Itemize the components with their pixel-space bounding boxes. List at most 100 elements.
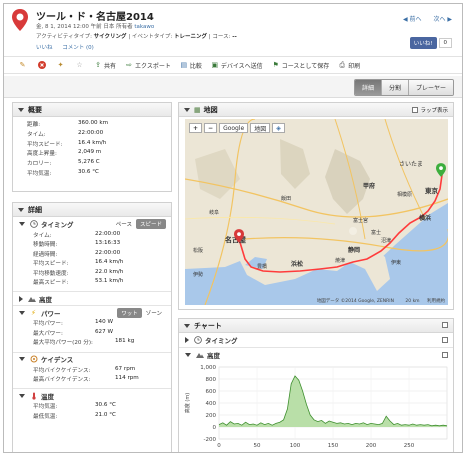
start-pin-icon[interactable] bbox=[436, 163, 446, 177]
collapse-icon bbox=[19, 357, 25, 362]
like-link[interactable]: いいね bbox=[36, 45, 53, 51]
export-button[interactable]: ⇨ エクスポート bbox=[125, 61, 171, 70]
details-header[interactable]: 詳細 bbox=[13, 203, 171, 217]
mountain-icon bbox=[27, 294, 36, 303]
y-tick-label: 800 bbox=[206, 377, 217, 383]
map-type-select[interactable]: 地図 bbox=[250, 123, 271, 133]
route-map[interactable]: + − Google 地図 ◈ 名古屋 静岡 浜松 豊橋 富士宮 富士 甲府 相… bbox=[185, 119, 448, 305]
comment-link[interactable]: コメント (0) bbox=[62, 45, 94, 51]
chart-checkbox[interactable] bbox=[442, 322, 448, 328]
row-label: 最高スピード: bbox=[33, 279, 69, 286]
prev-link[interactable]: ◀ 前へ bbox=[403, 16, 422, 23]
map-label: 豊橋 bbox=[257, 264, 268, 270]
edit-icon[interactable]: ✎ bbox=[18, 61, 27, 70]
collapse-icon bbox=[19, 222, 25, 226]
checkbox-icon bbox=[442, 337, 448, 343]
next-link[interactable]: 次へ ▶ bbox=[433, 16, 452, 23]
print-button[interactable]: ⎙ 印刷 bbox=[338, 61, 360, 70]
elevation-label: 高度 bbox=[39, 295, 52, 304]
map-label: 浜松 bbox=[291, 261, 304, 268]
map-provider-select[interactable]: Google bbox=[219, 123, 249, 133]
compare-button[interactable]: ▤ 比較 bbox=[180, 61, 202, 70]
row-value: 114 rpm bbox=[115, 374, 139, 381]
elevation-chart[interactable]: -20002004006008001,0000 50 100 150 200 250高度 … bbox=[179, 361, 453, 453]
end-pin-icon[interactable] bbox=[234, 229, 244, 243]
temperature-section-header[interactable]: 温度 bbox=[13, 388, 171, 402]
overview-rows: 距離: 360.00 km タイム: 22:00:00 平均スピード: 16.4 km… bbox=[13, 117, 171, 179]
x-tick-label: 200 bbox=[366, 443, 377, 449]
chart-timing-checkbox[interactable] bbox=[442, 337, 448, 343]
power-section-header[interactable]: ⚡ パワー ワット ゾーン bbox=[13, 305, 171, 319]
cadence-row: 平均バイクケイデンス: 67 rpm bbox=[13, 366, 171, 375]
overview-row: カロリー: 5,276 C bbox=[27, 159, 171, 169]
overview-row: タイム: 22:00:00 bbox=[27, 130, 171, 140]
timing-row: 最高スピード: 53.1 km/h bbox=[13, 278, 171, 287]
zones-toggle[interactable]: ゾーン bbox=[142, 308, 166, 318]
delete-icon[interactable] bbox=[37, 61, 46, 70]
chart-elevation-checkbox[interactable] bbox=[442, 352, 448, 358]
tab-details[interactable]: 詳細 bbox=[354, 80, 381, 95]
activity-title[interactable]: ツール・ド・名古屋2014 bbox=[36, 8, 154, 23]
event-type-value[interactable]: トレーニング bbox=[174, 34, 207, 40]
chart-elevation-header[interactable]: 高度 bbox=[179, 347, 453, 361]
facebook-like-button[interactable]: いいね! bbox=[409, 36, 437, 49]
overview-row: 距離: 360.00 km bbox=[27, 120, 171, 130]
row-value: 30.6 °C bbox=[95, 402, 116, 409]
lap-display-checkbox[interactable]: ラップ表示 bbox=[412, 106, 448, 114]
y-tick-label: 200 bbox=[206, 413, 217, 419]
row-value: 30.6 °C bbox=[78, 168, 99, 175]
compare-icon: ▤ bbox=[180, 61, 188, 69]
share-button[interactable]: ⇪ 共有 bbox=[94, 61, 116, 70]
y-tick-label: -200 bbox=[204, 437, 217, 443]
course-value[interactable]: -- bbox=[232, 34, 237, 40]
row-label: 平均移動速度: bbox=[33, 270, 69, 277]
overview-header[interactable]: 概要 bbox=[13, 103, 171, 117]
save-course-button[interactable]: ⚑ コースとして保存 bbox=[272, 61, 330, 70]
row-value: 360.00 km bbox=[78, 120, 109, 126]
map-label: 伊勢 bbox=[193, 272, 204, 278]
activity-page: ツール・ド・名古屋2014 金, 8 1, 2014 12:00 午前 日本 所… bbox=[3, 3, 463, 453]
zoom-out-button[interactable]: − bbox=[204, 123, 218, 133]
map-label: 横浜 bbox=[419, 215, 432, 222]
pace-toggle[interactable]: ペース bbox=[112, 219, 136, 229]
row-value: 22:00:00 bbox=[78, 129, 104, 136]
chart-timing-header[interactable]: タイミング bbox=[179, 333, 453, 347]
cadence-row: 最高バイクケイデンス: 114 rpm bbox=[13, 375, 171, 384]
power-row: 最大平均パワー(20 分): 181 kg bbox=[13, 338, 171, 347]
speed-toggle[interactable]: スピード bbox=[135, 219, 166, 229]
timing-row: 移動時間: 13:16:33 bbox=[13, 240, 171, 249]
layers-button[interactable]: ◈ bbox=[272, 123, 285, 133]
power-label: パワー bbox=[41, 309, 61, 318]
activity-type-value[interactable]: サイクリング bbox=[94, 34, 127, 40]
elevation-section-header[interactable]: 高度 bbox=[13, 291, 171, 305]
favorite-icon[interactable]: ☆ bbox=[75, 61, 84, 70]
facebook-like: いいね! 0 bbox=[409, 36, 452, 49]
watts-toggle[interactable]: ワット bbox=[117, 308, 142, 319]
cadence-label: ケイデンス bbox=[41, 356, 74, 365]
send-device-button[interactable]: ▣ デバイスへ送信 bbox=[211, 61, 263, 70]
save-course-label: コースとして保存 bbox=[281, 62, 330, 70]
cadence-section-header[interactable]: ケイデンス bbox=[13, 351, 171, 366]
chart-header[interactable]: チャート bbox=[179, 319, 453, 333]
map-terms-link[interactable]: 利用規約 bbox=[427, 299, 445, 304]
tab-player[interactable]: プレーヤー bbox=[407, 80, 453, 95]
map-label: 富士宮 bbox=[353, 218, 369, 224]
expand-icon bbox=[185, 337, 189, 343]
settings-icon[interactable]: ✦ bbox=[56, 61, 65, 70]
map-label: 甲府 bbox=[363, 183, 376, 190]
x-tick-label: 100 bbox=[290, 443, 301, 449]
print-label: 印刷 bbox=[348, 62, 361, 70]
row-value: 22:00:00 bbox=[95, 249, 121, 256]
map-copyright: 地図データ ©2014 Google, ZENRIN bbox=[316, 299, 394, 304]
owner-link[interactable]: takawo bbox=[134, 24, 154, 30]
collapse-icon bbox=[18, 207, 24, 212]
zoom-in-button[interactable]: + bbox=[189, 123, 203, 133]
tab-splits[interactable]: 分割 bbox=[380, 80, 408, 95]
overview-row: 高度上昇量: 2,049 m bbox=[27, 149, 171, 159]
details-title: 詳細 bbox=[28, 205, 42, 214]
view-bar: 詳細 分割 プレーヤー bbox=[4, 76, 462, 98]
collapse-icon bbox=[184, 107, 190, 112]
timing-section-header[interactable]: タイミング ペース スピード bbox=[13, 217, 171, 231]
map-header[interactable]: ▦ 地図 ラップ表示 bbox=[179, 103, 453, 117]
checkbox-icon bbox=[412, 107, 419, 113]
